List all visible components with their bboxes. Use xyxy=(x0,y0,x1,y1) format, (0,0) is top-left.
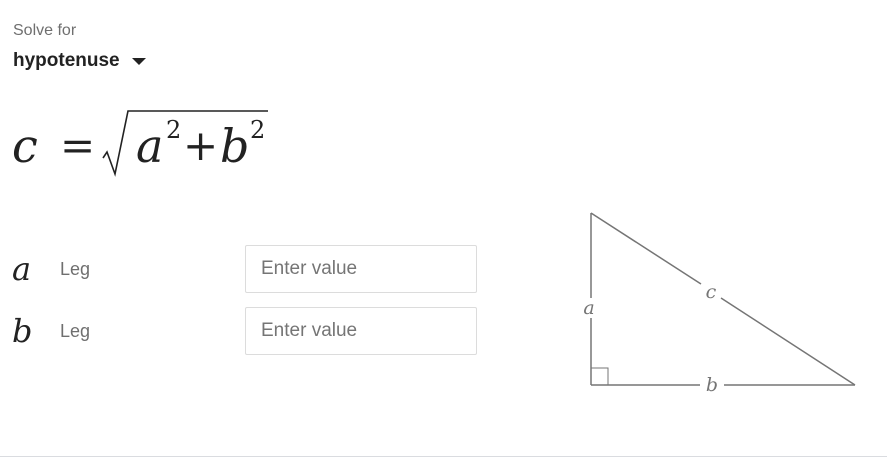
formula-exponent-a: 2 xyxy=(166,116,181,144)
right-triangle-diagram: a b c xyxy=(583,212,856,396)
solve-for-selected-value: hypotenuse xyxy=(13,50,120,71)
variable-symbol: b xyxy=(12,312,33,350)
leg-a-input[interactable] xyxy=(245,245,477,293)
formula-term-a: a xyxy=(136,119,163,173)
solve-for-label: Solve for xyxy=(13,22,77,39)
bottom-divider xyxy=(0,456,887,457)
side-label-c: c xyxy=(706,281,717,303)
variable-description: Leg xyxy=(60,259,91,279)
formula-plus: + xyxy=(183,121,218,170)
chevron-down-icon xyxy=(131,57,146,65)
side-label-b: b xyxy=(706,374,718,396)
formula-equals: = xyxy=(60,121,95,170)
triangle-side-c xyxy=(720,297,856,386)
side-label-a: a xyxy=(583,297,594,319)
variable-row-a: a Leg xyxy=(0,245,480,293)
right-angle-marker xyxy=(591,367,609,385)
leg-b-input[interactable] xyxy=(245,307,477,355)
variable-row-b: b Leg xyxy=(0,307,480,355)
triangle-side-c xyxy=(590,212,702,285)
formula-lhs: c xyxy=(12,119,38,173)
formula: c = a 2 + b 2 xyxy=(12,110,268,177)
solve-for-dropdown[interactable]: hypotenuse xyxy=(13,49,146,73)
formula-exponent-b: 2 xyxy=(250,116,265,144)
variable-symbol: a xyxy=(12,250,32,288)
formula-term-b: b xyxy=(220,119,249,173)
variable-description: Leg xyxy=(60,321,91,341)
